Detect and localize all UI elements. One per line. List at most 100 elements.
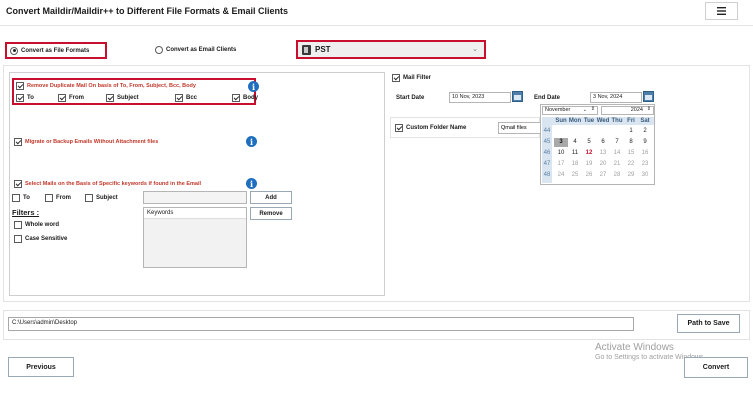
chevron-down-icon: ⌄ — [472, 46, 478, 53]
calendar-day[interactable]: 6 — [596, 139, 610, 145]
calendar-day[interactable]: 5 — [582, 139, 596, 145]
kw-to-checkbox[interactable] — [12, 194, 20, 202]
end-date-field[interactable]: 3 Nov, 2024 — [590, 92, 642, 103]
start-date-value: 10 Nov, 2023 — [452, 94, 485, 100]
dup-to-checkbox[interactable] — [16, 94, 24, 102]
dup-subject-checkbox[interactable] — [106, 94, 114, 102]
calendar-day[interactable]: 23 — [638, 161, 652, 167]
convert-as-file-formats-option[interactable]: Convert as File Formats — [5, 42, 107, 59]
calendar-day[interactable]: 26 — [582, 172, 596, 178]
keywords-option[interactable]: Select Mails on the Basis of Specific ke… — [14, 180, 201, 188]
dup-field-subject[interactable]: Subject — [106, 94, 139, 102]
convert-as-email-clients-option[interactable]: Convert as Email Clients — [155, 46, 236, 54]
remove-keyword-button[interactable]: Remove — [250, 207, 292, 220]
calendar-day[interactable]: 10 — [554, 150, 568, 156]
dup-body-checkbox[interactable] — [232, 94, 240, 102]
calendar-day[interactable]: 1 — [624, 128, 638, 134]
dup-field-from[interactable]: From — [58, 94, 84, 102]
add-keyword-button[interactable]: Add — [250, 191, 292, 204]
calendar-day[interactable]: 30 — [638, 172, 652, 178]
keywords-list[interactable]: Keywords — [143, 207, 247, 268]
calendar-day[interactable]: 20 — [596, 161, 610, 167]
calendar-day[interactable]: 28 — [610, 172, 624, 178]
calendar-day[interactable]: 27 — [596, 172, 610, 178]
dup-bcc-checkbox[interactable] — [175, 94, 183, 102]
previous-button[interactable]: Previous — [8, 357, 74, 377]
case-sensitive-checkbox[interactable] — [14, 235, 22, 243]
dup-body-label: Body — [243, 95, 258, 101]
mail-filter-label: Mail Filter — [403, 75, 432, 81]
migrate-without-attachments-checkbox[interactable] — [14, 138, 22, 146]
migrate-without-attachments-option[interactable]: Migrate or Backup Emails Without Attachm… — [14, 138, 158, 146]
calendar-day[interactable]: 7 — [610, 139, 624, 145]
calendar-icon[interactable] — [512, 91, 523, 102]
custom-folder-option[interactable]: Custom Folder Name — [395, 124, 466, 132]
calendar-day[interactable]: 18 — [568, 161, 582, 167]
remove-duplicates-checkbox[interactable] — [16, 82, 24, 90]
dup-field-to[interactable]: To — [16, 94, 34, 102]
calendar-day[interactable]: 14 — [610, 150, 624, 156]
calendar-day[interactable]: 8 — [624, 139, 638, 145]
calendar-day[interactable]: 11 — [568, 150, 582, 156]
header-bar: Convert Maildir/Maildir++ to Different F… — [0, 0, 753, 26]
format-select[interactable]: PST ⌄ — [296, 40, 486, 59]
pst-file-icon — [302, 44, 311, 55]
path-to-save-button[interactable]: Path to Save — [677, 314, 740, 333]
whole-word-option[interactable]: Whole word — [14, 221, 59, 229]
calendar-day[interactable]: 15 — [624, 150, 638, 156]
end-date-label: End Date — [534, 95, 561, 101]
migrate-without-attachments-label: Migrate or Backup Emails Without Attachm… — [25, 139, 159, 145]
custom-folder-input[interactable] — [498, 122, 544, 134]
custom-folder-checkbox[interactable] — [395, 124, 403, 132]
watermark-line1: Activate Windows — [595, 342, 674, 353]
kw-field-from[interactable]: From — [45, 194, 71, 202]
file-formats-radio[interactable] — [10, 46, 18, 55]
calendar-day[interactable]: 3 — [554, 138, 568, 147]
calendar-day[interactable]: 4 — [568, 139, 582, 145]
calendar-day[interactable]: 19 — [582, 161, 596, 167]
convert-button[interactable]: Convert — [684, 357, 748, 378]
kw-field-to[interactable]: To — [12, 194, 30, 202]
dup-from-checkbox[interactable] — [58, 94, 66, 102]
keywords-info-icon[interactable]: i — [246, 178, 257, 189]
date-picker-popup[interactable]: November ⌄ ⇕ 2024 ⇕ Sun Mon Tue Wed Thu Fri Sa… — [540, 104, 655, 185]
remove-duplicates-option[interactable]: Remove Duplicate Mail On basis of To, Fr… — [16, 82, 196, 90]
mail-filter-checkbox[interactable] — [392, 74, 400, 82]
email-clients-label: Convert as Email Clients — [166, 47, 237, 53]
calendar-day[interactable]: 13 — [596, 150, 610, 156]
weekday-header: Wed — [596, 118, 610, 124]
calendar-day[interactable]: 29 — [624, 172, 638, 178]
calendar-day[interactable]: 2 — [638, 128, 652, 134]
calendar-day[interactable]: 25 — [568, 172, 582, 178]
week-number: 47 — [543, 161, 551, 167]
keywords-list-header: Keywords — [144, 208, 246, 219]
calendar-day[interactable]: 21 — [610, 161, 624, 167]
email-clients-radio[interactable] — [155, 46, 163, 54]
case-sensitive-option[interactable]: Case Sensitive — [14, 235, 67, 243]
calendar-day[interactable]: 17 — [554, 161, 568, 167]
kw-subject-label: Subject — [96, 195, 118, 201]
whole-word-checkbox[interactable] — [14, 221, 22, 229]
calendar-day[interactable]: 12 — [582, 150, 596, 156]
migrate-info-icon[interactable]: i — [246, 136, 257, 147]
mail-filter-option[interactable]: Mail Filter — [392, 74, 431, 82]
kw-field-subject[interactable]: Subject — [85, 194, 118, 202]
calendar-day[interactable]: 16 — [638, 150, 652, 156]
file-formats-label: Convert as File Formats — [21, 47, 90, 54]
menu-button[interactable] — [705, 2, 738, 20]
keyword-input[interactable] — [143, 191, 247, 204]
dup-field-bcc[interactable]: Bcc — [175, 94, 197, 102]
calendar-icon[interactable] — [643, 91, 654, 102]
calendar-day[interactable]: 9 — [638, 139, 652, 145]
kw-subject-checkbox[interactable] — [85, 194, 93, 202]
keywords-checkbox[interactable] — [14, 180, 22, 188]
dup-from-label: From — [69, 95, 84, 101]
start-date-field[interactable]: 10 Nov, 2023 — [449, 92, 511, 103]
save-path-field[interactable]: C:\Users\admin\Desktop — [8, 317, 634, 331]
start-date-label: Start Date — [396, 95, 425, 101]
kw-from-checkbox[interactable] — [45, 194, 53, 202]
remove-duplicates-info-icon[interactable]: i — [248, 81, 259, 92]
dup-field-body[interactable]: Body — [232, 94, 258, 102]
calendar-day[interactable]: 22 — [624, 161, 638, 167]
calendar-day[interactable]: 24 — [554, 172, 568, 178]
